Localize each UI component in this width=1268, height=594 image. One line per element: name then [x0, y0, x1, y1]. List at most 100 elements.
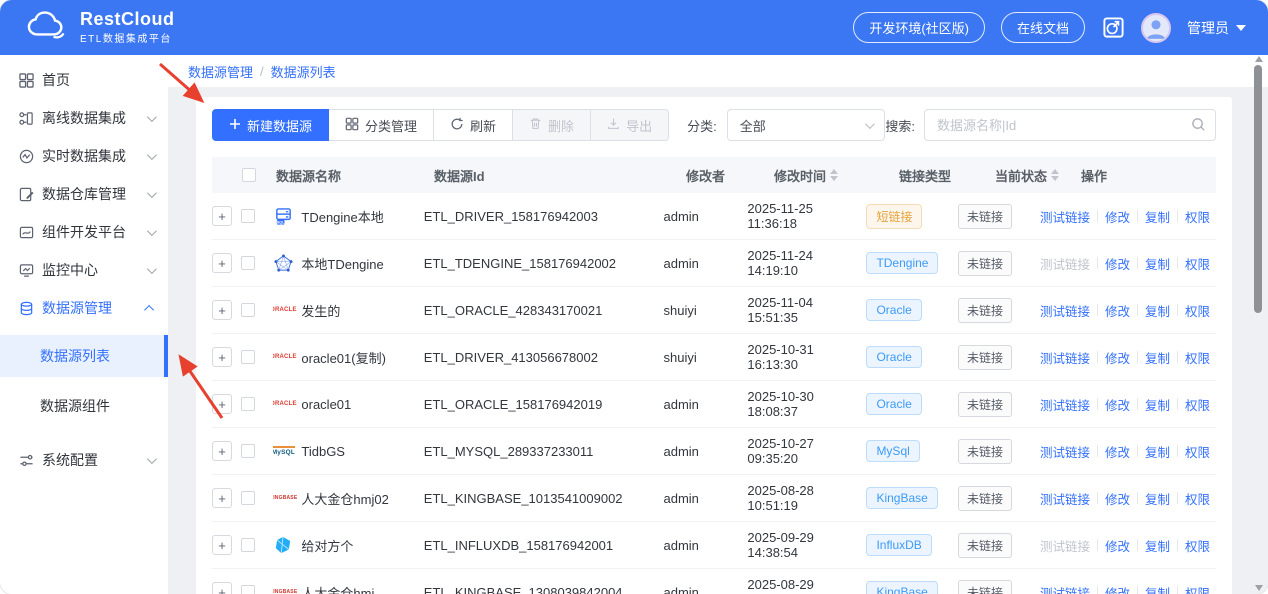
table-row: 给对方个 ETL_INFLUXDB_158176942001 admin 202…: [212, 522, 1216, 569]
breadcrumb-item[interactable]: 数据源管理: [188, 62, 253, 81]
scroll-down-arrow-icon[interactable]: [1255, 585, 1263, 591]
test-connection-action[interactable]: 测试链接: [1040, 207, 1090, 226]
test-connection-action[interactable]: 测试链接: [1040, 489, 1090, 508]
table-body: SQL TDengine本地 ETL_DRIVER_158176942003 a…: [212, 193, 1216, 594]
edit-action[interactable]: 修改: [1105, 348, 1130, 367]
row-expand-button[interactable]: [212, 253, 232, 273]
scroll-up-arrow-icon[interactable]: [1255, 56, 1263, 62]
row-expand-button[interactable]: [212, 582, 232, 594]
export-button[interactable]: 导出: [591, 109, 670, 141]
sort-control[interactable]: [1051, 169, 1060, 181]
row-actions: 测试链接 修改 复制 权限: [1040, 583, 1216, 594]
delete-button[interactable]: 删除: [513, 109, 592, 141]
row-checkbox[interactable]: [240, 585, 255, 594]
sidebar-item-warehouse[interactable]: 数据仓库管理: [0, 175, 168, 213]
user-menu[interactable]: 管理员: [1187, 18, 1246, 38]
scrollbar-thumb[interactable]: [1254, 65, 1262, 313]
copy-action[interactable]: 复制: [1145, 489, 1170, 508]
row-expand-button[interactable]: [212, 206, 232, 226]
copy-action[interactable]: 复制: [1145, 583, 1170, 594]
test-connection-action[interactable]: 测试链接: [1040, 348, 1090, 367]
edit-action[interactable]: 修改: [1105, 395, 1130, 414]
copy-action[interactable]: 复制: [1145, 254, 1170, 273]
sort-control[interactable]: [830, 169, 839, 181]
sidebar-item-offline-integration[interactable]: 离线数据集成: [0, 99, 168, 137]
row-checkbox[interactable]: [240, 209, 255, 223]
row-expand-button[interactable]: [212, 394, 232, 414]
sidebar-item-datasource-management[interactable]: 数据源管理: [0, 289, 168, 327]
row-expand-button[interactable]: [212, 488, 232, 508]
edit-action[interactable]: 修改: [1105, 301, 1130, 320]
edit-action[interactable]: 修改: [1105, 489, 1130, 508]
copy-action[interactable]: 复制: [1145, 301, 1170, 320]
link-type-badge: InfluxDB: [866, 534, 932, 556]
test-connection-action[interactable]: 测试链接: [1040, 395, 1090, 414]
datasource-name: 给对方个: [301, 538, 354, 554]
row-expand-button[interactable]: [212, 347, 232, 367]
sidebar-subitem-datasource-list[interactable]: 数据源列表: [0, 335, 168, 377]
table-row: 本地TDengine ETL_TDENGINE_158176942002 adm…: [212, 240, 1216, 287]
online-docs-button[interactable]: 在线文档: [1000, 12, 1085, 43]
edit-action[interactable]: 修改: [1105, 442, 1130, 461]
row-actions: 测试链接 修改 复制 权限: [1040, 301, 1216, 320]
copy-action[interactable]: 复制: [1145, 395, 1170, 414]
sidebar-item-system-config[interactable]: 系统配置: [0, 441, 168, 479]
status-badge: 未链接: [957, 203, 1012, 229]
permission-action[interactable]: 权限: [1185, 536, 1210, 555]
permission-action[interactable]: 权限: [1185, 583, 1210, 594]
select-all-checkbox[interactable]: [242, 168, 256, 182]
modified-time: 2025-10-27 09:35:20: [747, 436, 814, 466]
sidebar-item-monitor-center[interactable]: 监控中心: [0, 251, 168, 289]
permission-action[interactable]: 权限: [1185, 395, 1210, 414]
row-expand-button[interactable]: [212, 535, 232, 555]
permission-action[interactable]: 权限: [1185, 301, 1210, 320]
permission-action[interactable]: 权限: [1185, 207, 1210, 226]
download-icon: [607, 117, 620, 133]
breadcrumb-item[interactable]: 数据源列表: [271, 62, 336, 81]
edit-action[interactable]: 修改: [1105, 254, 1130, 273]
test-connection-action[interactable]: 测试链接: [1040, 583, 1090, 594]
avatar[interactable]: [1141, 12, 1171, 43]
edit-action[interactable]: 修改: [1105, 207, 1130, 226]
copy-action[interactable]: 复制: [1145, 536, 1170, 555]
row-checkbox[interactable]: [240, 256, 255, 270]
sidebar-item-realtime-integration[interactable]: 实时数据集成: [0, 137, 168, 175]
row-expand-button[interactable]: [212, 441, 232, 461]
search-label: 搜索:: [885, 118, 915, 134]
sidebar-item-home[interactable]: 首页: [0, 61, 168, 99]
datasource-id: ETL_INFLUXDB_158176942001: [423, 537, 614, 553]
share-link-icon[interactable]: [1101, 16, 1125, 40]
row-checkbox[interactable]: [240, 350, 255, 364]
edit-action[interactable]: 修改: [1105, 583, 1130, 594]
row-checkbox[interactable]: [240, 303, 255, 317]
sidebar-subitem-datasource-components[interactable]: 数据源组件: [0, 385, 168, 427]
edit-action[interactable]: 修改: [1105, 536, 1130, 555]
row-checkbox[interactable]: [240, 491, 255, 505]
permission-action[interactable]: 权限: [1185, 348, 1210, 367]
category-manage-button[interactable]: 分类管理: [329, 109, 435, 141]
modified-time: 2025-11-24 14:19:10: [747, 248, 813, 278]
test-connection-action[interactable]: 测试链接: [1040, 301, 1090, 320]
permission-action[interactable]: 权限: [1185, 489, 1210, 508]
permission-action[interactable]: 权限: [1185, 254, 1210, 273]
status-badge: 未链接: [957, 485, 1012, 511]
environment-button[interactable]: 开发环境(社区版): [853, 12, 985, 43]
permission-action[interactable]: 权限: [1185, 442, 1210, 461]
copy-action[interactable]: 复制: [1145, 207, 1170, 226]
category-filter-label: 分类:: [687, 118, 717, 134]
sidebar-item-component-platform[interactable]: 组件开发平台: [0, 213, 168, 251]
copy-action[interactable]: 复制: [1145, 442, 1170, 461]
search-input[interactable]: [924, 109, 1216, 141]
datasource-id: ETL_TDENGINE_158176942002: [423, 255, 617, 271]
test-connection-action[interactable]: 测试链接: [1040, 442, 1090, 461]
category-select[interactable]: 全部: [726, 109, 886, 141]
component-platform-icon: [19, 224, 35, 240]
new-datasource-button[interactable]: 新建数据源: [212, 109, 330, 141]
modified-time: 2025-10-30 18:08:37: [747, 389, 814, 419]
row-checkbox[interactable]: [240, 444, 255, 458]
row-expand-button[interactable]: [212, 300, 232, 320]
row-checkbox[interactable]: [240, 397, 255, 411]
copy-action[interactable]: 复制: [1145, 348, 1170, 367]
refresh-button[interactable]: 刷新: [434, 109, 514, 141]
row-checkbox[interactable]: [240, 538, 255, 552]
